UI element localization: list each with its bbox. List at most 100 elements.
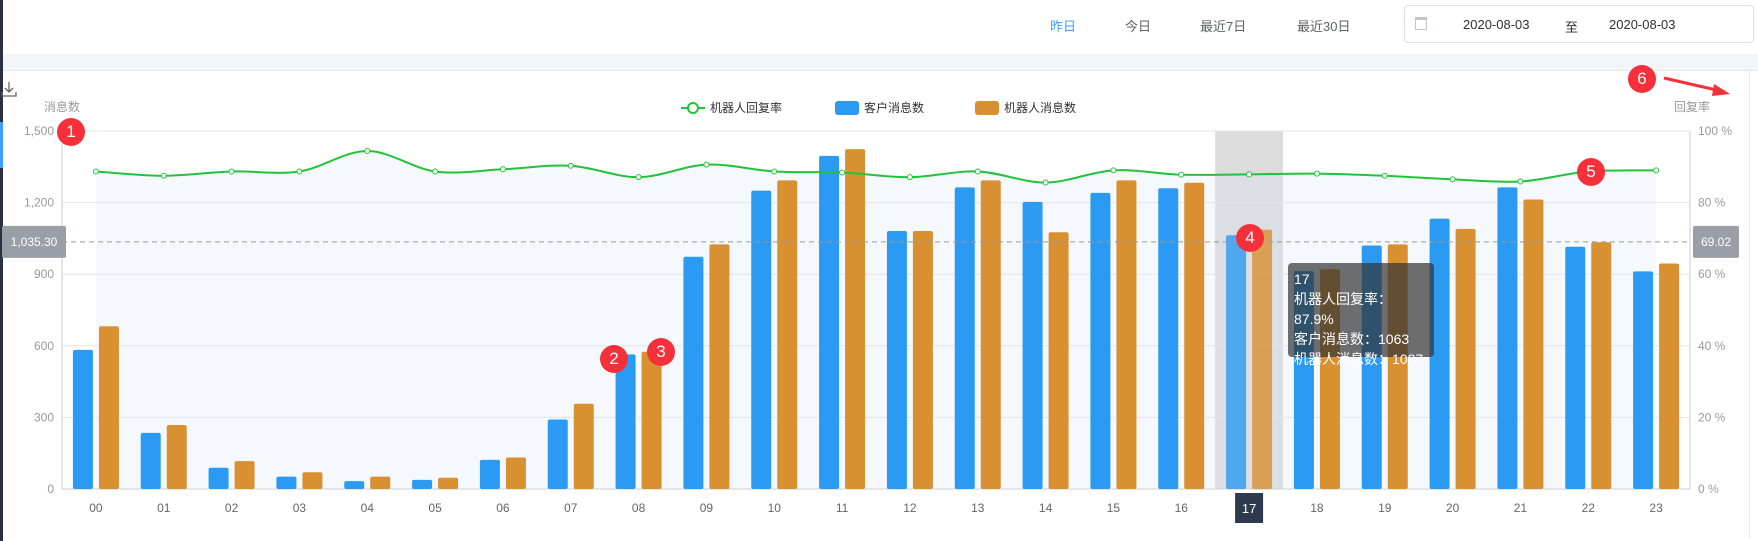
legend-rate-label: 机器人回复率	[710, 100, 782, 115]
x-tick-label: 06	[496, 501, 510, 515]
line-point	[635, 174, 642, 181]
y-right-tick-label: 0 %	[1698, 482, 1719, 496]
x-tick-label: 13	[971, 501, 985, 515]
y-tick-label: 600	[34, 339, 54, 353]
bar-robot	[641, 351, 662, 489]
download-icon[interactable]	[0, 80, 18, 98]
line-point	[1517, 178, 1524, 185]
line-point	[1449, 176, 1456, 183]
line-point	[771, 168, 778, 175]
x-tick-label: 02	[225, 501, 239, 515]
mark-line-right-label: 69.02	[1701, 235, 1731, 249]
bar-robot	[1048, 232, 1069, 489]
chart: 00 %300 20 %600 40 %900 60 %1,200 80 %1,500 1…	[2, 99, 1739, 523]
x-tick-label: 07	[564, 501, 578, 515]
x-tick-label: 00	[89, 501, 103, 515]
tooltip-title: 17	[1294, 271, 1310, 287]
x-tick-label: 19	[1378, 501, 1392, 515]
x-tick-label: 10	[768, 501, 782, 515]
bar-robot	[573, 403, 594, 489]
y-tick-label: 1,200	[24, 196, 54, 210]
bar-robot	[234, 461, 255, 489]
line-point	[499, 166, 506, 173]
bar-customer	[1497, 187, 1518, 490]
legend-robot-icon	[975, 101, 999, 115]
y-tick-label: 900	[34, 267, 54, 281]
bar-customer	[1022, 201, 1043, 489]
bar-customer	[1226, 235, 1247, 489]
bar-customer	[1565, 246, 1586, 489]
x-tick-label: 05	[428, 501, 442, 515]
legend-robot-label: 机器人消息数	[1004, 100, 1076, 115]
annotation-marker: 3	[647, 338, 675, 366]
bar-robot	[777, 180, 798, 490]
line-point	[703, 161, 710, 168]
bar-customer	[140, 432, 161, 489]
x-tick-label: 09	[700, 501, 714, 515]
bar-robot	[505, 457, 526, 489]
x-tick-label: 16	[1175, 501, 1189, 515]
legend-customer-icon	[835, 101, 859, 115]
y-right-axis-title: 回复率	[1674, 99, 1710, 114]
bar-robot	[166, 425, 187, 489]
bar-robot	[1523, 199, 1544, 490]
bar-customer	[886, 231, 907, 489]
line-point	[1042, 179, 1049, 186]
annotation-marker: 2	[600, 345, 628, 373]
line-point	[1178, 171, 1185, 178]
tooltip-rate: 机器人回复率：87.9%	[1294, 291, 1392, 327]
y-right-tick-label: 100 %	[1698, 124, 1732, 138]
y-right-tick-label: 40 %	[1698, 339, 1726, 353]
bar-robot	[709, 244, 730, 489]
x-tick-label: 18	[1310, 501, 1324, 515]
bar-customer	[1633, 271, 1654, 489]
line-point	[1110, 167, 1117, 174]
line-point	[296, 168, 303, 175]
bar-customer	[412, 479, 433, 489]
bar-robot	[845, 149, 866, 489]
bar-robot	[302, 472, 323, 489]
annotation-marker: 5	[1577, 158, 1605, 186]
bar-robot	[1116, 180, 1137, 490]
bar-customer	[479, 459, 500, 489]
y-tick-label: 0	[47, 482, 54, 496]
annotation-marker: 4	[1236, 224, 1264, 252]
bar-customer	[751, 190, 772, 489]
x-tick-label: 22	[1582, 501, 1596, 515]
x-tick-label: 21	[1514, 501, 1528, 515]
legend-rate-icon-dot	[687, 102, 699, 114]
bar-robot	[1184, 182, 1205, 490]
y-right-tick-label: 80 %	[1698, 196, 1726, 210]
bar-robot	[1252, 229, 1273, 489]
x-tick-label: 01	[157, 501, 171, 515]
x-tick-label: 15	[1107, 501, 1121, 515]
bar-customer	[72, 349, 93, 489]
bar-robot	[1659, 263, 1680, 489]
tooltip-customer: 客户消息数：1063	[1294, 331, 1410, 347]
bar-robot	[980, 180, 1001, 490]
y-tick-label: 300	[34, 410, 54, 424]
x-tick-label: 23	[1649, 501, 1663, 515]
line-point	[567, 162, 574, 169]
line-point	[1246, 171, 1253, 178]
line-point	[228, 168, 235, 175]
bar-customer	[276, 476, 297, 489]
line-point	[432, 168, 439, 175]
mark-line-left-label: 1,035.30	[11, 235, 58, 249]
bar-robot	[1591, 242, 1612, 489]
bar-robot	[438, 477, 459, 489]
x-tick-label: 17	[1242, 501, 1256, 516]
bar-customer	[615, 354, 636, 489]
y-axis-title: 消息数	[44, 99, 80, 114]
bar-customer	[547, 419, 568, 489]
annotation-marker: 1	[57, 118, 85, 146]
bar-robot	[98, 326, 119, 489]
x-tick-label: 04	[361, 501, 375, 515]
annotation-marker: 6	[1628, 65, 1656, 93]
x-tick-label: 03	[293, 501, 307, 515]
x-tick-label: 11	[836, 501, 849, 515]
line-point	[160, 172, 167, 179]
x-tick-label: 08	[632, 501, 646, 515]
chart-tooltip: 17 机器人回复率：87.9% 客户消息数：1063 机器人消息数：1087	[1288, 263, 1434, 367]
bar-customer	[208, 467, 229, 489]
